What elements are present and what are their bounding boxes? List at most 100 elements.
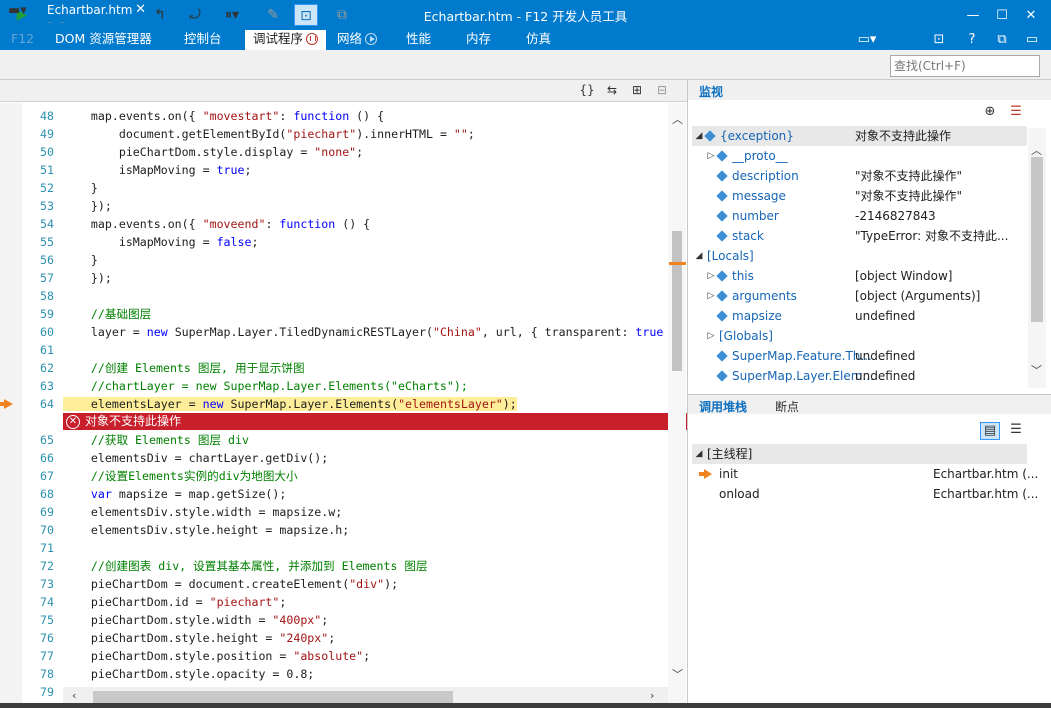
thread-row[interactable]: ◢ [主线程]: [692, 444, 1027, 464]
delete-all-watches-icon[interactable]: ☰: [1006, 104, 1026, 122]
watch-row[interactable]: ▷ [Globals]: [692, 326, 1027, 346]
watch-row[interactable]: ▷ this [object Window]: [692, 266, 1027, 286]
close-tab-icon[interactable]: ✕: [135, 2, 146, 17]
expand-icon[interactable]: ◢: [694, 444, 704, 464]
code-line[interactable]: 74 pieChartDom.id = "piechart";: [0, 593, 668, 611]
tab-callstack[interactable]: 调用堆栈: [699, 398, 747, 415]
line-number[interactable]: 54: [22, 215, 54, 233]
scroll-right-icon[interactable]: ›: [650, 689, 654, 702]
expand-icon[interactable]: ▷: [706, 326, 716, 346]
watch-row[interactable]: SuperMap.Feature.Th... undefined: [692, 346, 1027, 366]
show-library-frames-icon[interactable]: ☰: [1006, 422, 1026, 440]
code-line[interactable]: 57 });: [0, 269, 668, 287]
line-number[interactable]: 50: [22, 143, 54, 161]
code-line[interactable]: 60 layer = new SuperMap.Layer.TiledDynam…: [0, 323, 684, 341]
no-source-map-icon[interactable]: ⊟: [653, 83, 671, 99]
stack-frame-row[interactable]: onload Echartbar.htm (...: [692, 484, 1038, 504]
code-line[interactable]: 72 //创建图表 div, 设置其基本属性, 并添加到 Elements 图层: [0, 557, 668, 575]
tab-console[interactable]: 控制台: [176, 30, 230, 50]
maximize-button[interactable]: ☐: [991, 7, 1013, 25]
stack-frame-row[interactable]: init Echartbar.htm (...: [692, 464, 1038, 484]
code-line[interactable]: 70 elementsDiv.style.height = mapsize.h;: [0, 521, 668, 539]
line-number[interactable]: 69: [22, 503, 54, 521]
open-document-icon[interactable]: ▬▾: [8, 3, 38, 19]
code-line[interactable]: 54 map.events.on({ "moveend": function (…: [0, 215, 668, 233]
line-number[interactable]: 67: [22, 467, 54, 485]
collapse-icon[interactable]: ◢: [694, 126, 704, 146]
tab-network[interactable]: 网络: [329, 30, 385, 50]
line-number[interactable]: 59: [22, 305, 54, 323]
line-number[interactable]: 65: [22, 431, 54, 449]
watch-row[interactable]: message "对象不支持此操作": [692, 186, 1027, 206]
watch-row[interactable]: stack "TypeError: 对象不支持此...: [692, 226, 1027, 246]
code-line[interactable]: 71: [0, 539, 668, 557]
line-number[interactable]: 64: [22, 395, 54, 413]
watch-row[interactable]: number -2146827843: [692, 206, 1027, 226]
exception-behavior-icon[interactable]: ⏸▾: [220, 4, 244, 26]
code-line[interactable]: 77 pieChartDom.style.position = "absolut…: [0, 647, 668, 665]
code-line[interactable]: 65 //获取 Elements 图层 div: [0, 431, 668, 449]
console-toggle-icon[interactable]: ⊡: [927, 31, 951, 49]
watch-row[interactable]: mapsize undefined: [692, 306, 1027, 326]
collapse-icon[interactable]: ◢: [694, 246, 704, 266]
line-number[interactable]: 56: [22, 251, 54, 269]
code-line[interactable]: 52 }: [0, 179, 668, 197]
line-number[interactable]: 68: [22, 485, 54, 503]
line-number[interactable]: 55: [22, 233, 54, 251]
tab-dom-explorer[interactable]: DOM 资源管理器: [47, 30, 160, 50]
scroll-down-icon[interactable]: ﹀: [672, 666, 683, 682]
dock-icon[interactable]: ▭▾: [853, 31, 881, 49]
code-line[interactable]: 64 elementsLayer = new SuperMap.Layer.El…: [0, 395, 668, 413]
tab-memory[interactable]: 内存: [458, 30, 499, 50]
minimize-button[interactable]: —: [962, 7, 984, 25]
code-line[interactable]: 53 });: [0, 197, 668, 215]
scroll-left-icon[interactable]: ‹: [72, 689, 76, 702]
line-number[interactable]: 72: [22, 557, 54, 575]
code-line[interactable]: 63 //chartLayer = new SuperMap.Layer.Ele…: [0, 377, 668, 395]
close-button[interactable]: ✕: [1020, 7, 1042, 25]
line-number[interactable]: 63: [22, 377, 54, 395]
code-line[interactable]: 76 pieChartDom.style.height = "240px";: [0, 629, 668, 647]
expand-icon[interactable]: ▷: [706, 286, 716, 306]
watch-row[interactable]: ◢ [Locals]: [692, 246, 1027, 266]
break-on-new-worker-icon[interactable]: ⤾: [183, 4, 207, 26]
tab-emulation[interactable]: 仿真: [518, 30, 559, 50]
code-line[interactable]: 50 pieChartDom.style.display = "none";: [0, 143, 668, 161]
code-line[interactable]: 55 isMapMoving = false;: [0, 233, 668, 251]
code-line[interactable]: 78 pieChartDom.style.opacity = 0.8;: [0, 665, 668, 683]
expand-icon[interactable]: ▷: [706, 266, 716, 286]
line-number[interactable]: 74: [22, 593, 54, 611]
line-number[interactable]: 60: [22, 323, 54, 341]
code-line[interactable]: 75 pieChartDom.style.width = "400px";: [0, 611, 668, 629]
line-number[interactable]: 79: [22, 683, 54, 701]
add-watch-icon[interactable]: ⊕: [980, 104, 1000, 122]
line-number[interactable]: 61: [22, 341, 54, 359]
code-line[interactable]: 69 elementsDiv.style.width = mapsize.w;: [0, 503, 668, 521]
just-my-code-icon[interactable]: ⊡: [294, 4, 318, 26]
unpin-icon[interactable]: ⧉: [990, 31, 1014, 49]
code-line[interactable]: 62 //创建 Elements 图层, 用于显示饼图: [0, 359, 668, 377]
exception-banner[interactable]: ✕ 对象不支持此操作: [63, 413, 687, 430]
minimize-tools-icon[interactable]: ▭: [1020, 31, 1044, 49]
code-line[interactable]: 68 var mapsize = map.getSize();: [0, 485, 668, 503]
tab-debugger[interactable]: 调试程序: [245, 30, 327, 50]
disconnect-icon[interactable]: ✎: [261, 4, 285, 26]
code-line[interactable]: 59 //基础图层: [0, 305, 668, 323]
line-number[interactable]: 75: [22, 611, 54, 629]
watch-scroll-down-icon[interactable]: ﹀: [1031, 362, 1042, 378]
line-number[interactable]: 62: [22, 359, 54, 377]
line-number[interactable]: 78: [22, 665, 54, 683]
code-line[interactable]: 73 pieChartDom = document.createElement(…: [0, 575, 668, 593]
tab-performance[interactable]: 性能: [398, 30, 439, 50]
line-number[interactable]: 73: [22, 575, 54, 593]
pretty-print-icon[interactable]: {}: [578, 83, 596, 99]
line-number[interactable]: 52: [22, 179, 54, 197]
line-number[interactable]: 48: [22, 107, 54, 125]
debug-windows-icon[interactable]: ⧉: [330, 4, 354, 26]
code-line[interactable]: 61: [0, 341, 668, 359]
line-number[interactable]: 71: [22, 539, 54, 557]
file-tab[interactable]: Echartbar.htm ✕: [42, 0, 152, 22]
watch-row[interactable]: SuperMap.Layer.Elem... undefined: [692, 366, 1027, 386]
code-line[interactable]: 51 isMapMoving = true;: [0, 161, 668, 179]
help-icon[interactable]: ?: [960, 31, 984, 49]
